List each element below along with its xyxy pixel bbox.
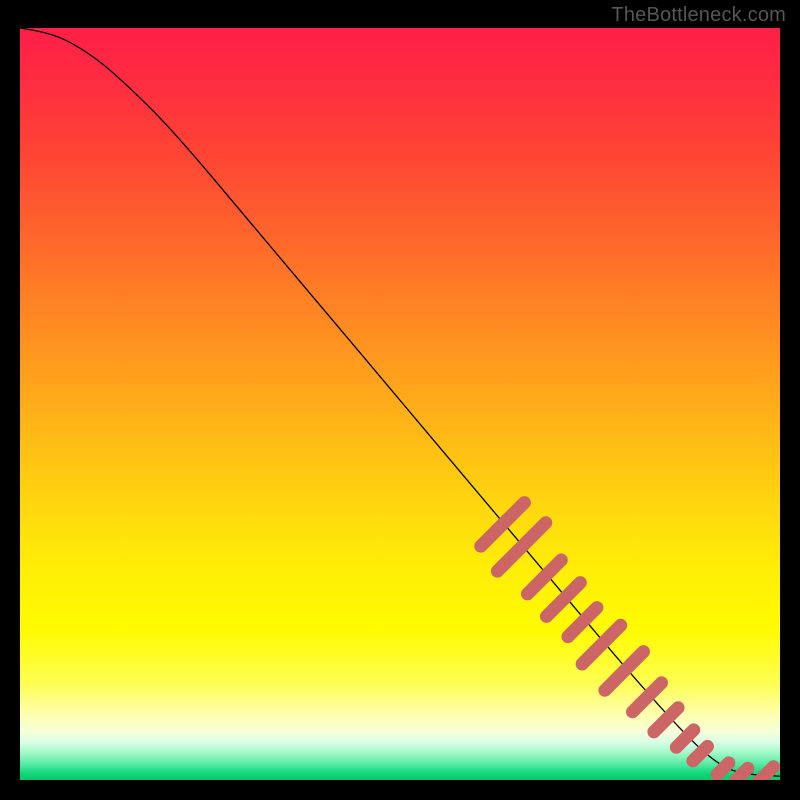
data-marker [717, 763, 729, 775]
chart-frame: TheBottleneck.com [0, 0, 800, 800]
data-marker [756, 767, 773, 780]
data-marker [528, 560, 562, 594]
watermark-text: TheBottleneck.com [611, 4, 786, 27]
data-marker [568, 608, 597, 637]
performance-curve [20, 28, 780, 776]
data-marker [736, 768, 748, 780]
data-marker [605, 652, 644, 691]
marker-group [481, 503, 774, 780]
curve-layer [20, 28, 780, 780]
plot-area [20, 28, 780, 780]
data-marker [582, 625, 621, 664]
data-marker [654, 708, 678, 732]
data-marker [547, 583, 581, 617]
data-marker [676, 730, 693, 747]
data-marker [633, 683, 662, 712]
data-marker [693, 746, 708, 761]
